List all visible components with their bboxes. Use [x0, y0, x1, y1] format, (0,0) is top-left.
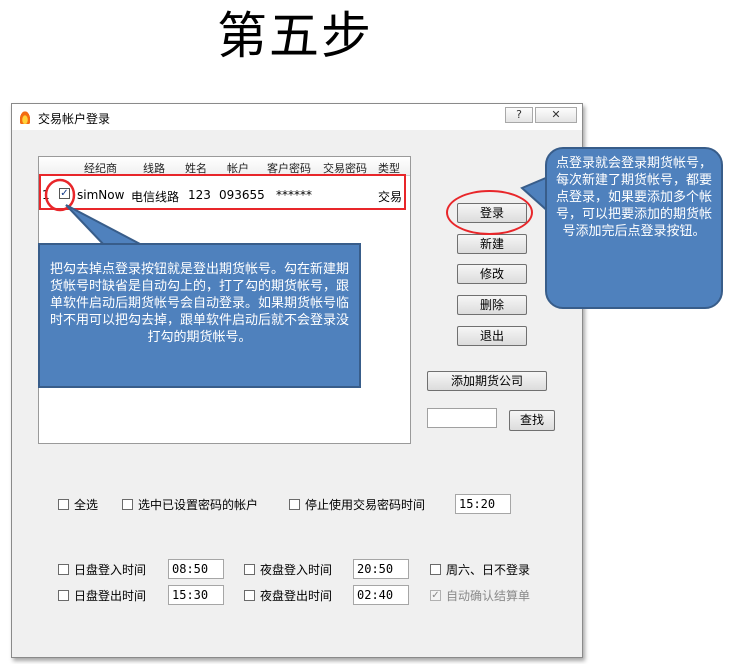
checkbox-highlight-ellipse [44, 178, 76, 212]
right-callout: 点登录就会登录期货帐号，每次新建了期货帐号，都要点登录，如果要添加多个帐号，可以… [545, 147, 723, 309]
left-callout: 把勾去掉点登录按钮就是登出期货帐号。勾在新建期货帐号时缺省是自动勾上的，打了勾的… [38, 243, 361, 388]
left-callout-pointer [65, 204, 143, 246]
